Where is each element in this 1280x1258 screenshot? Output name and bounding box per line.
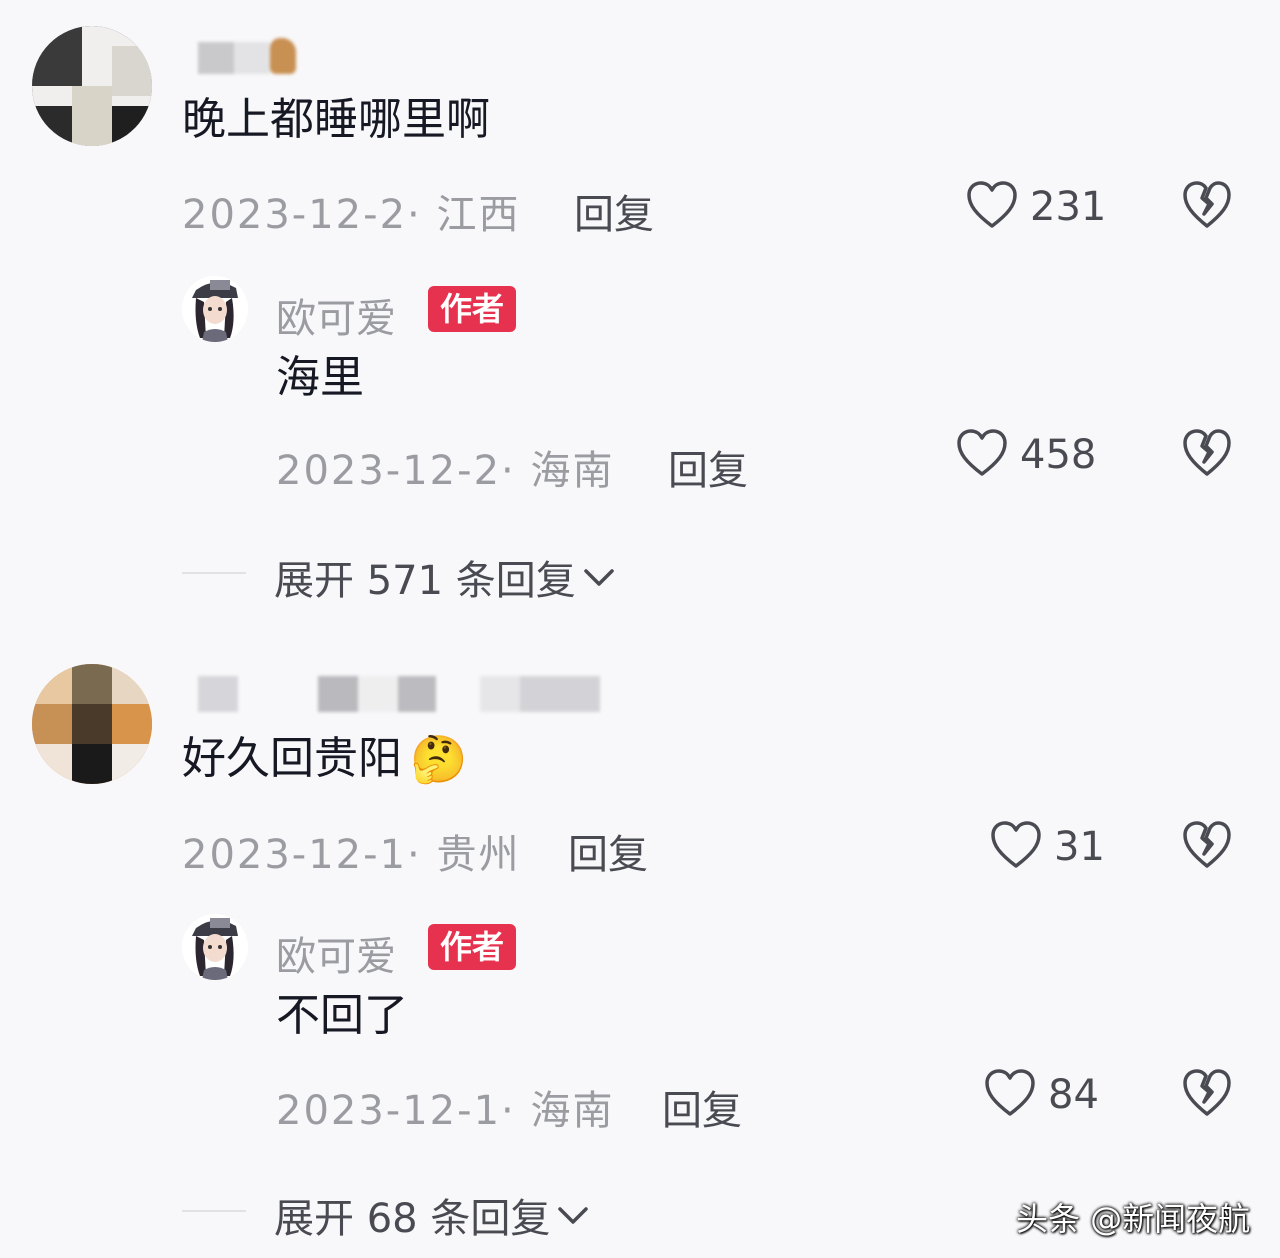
commenter-name-redacted [198, 38, 298, 76]
reply-button[interactable]: 回复 [662, 1078, 742, 1136]
heart-outline-icon[interactable] [956, 428, 1008, 478]
reply-button[interactable]: 回复 [568, 822, 648, 880]
expand-divider [182, 1210, 246, 1212]
comment-date-region: 2023-12-2· 江西 [182, 192, 521, 238]
like-count: 458 [1020, 432, 1097, 478]
comment-text: 好久回贵阳 🤔 [182, 736, 467, 782]
like-count: 84 [1048, 1072, 1099, 1118]
expand-divider [182, 572, 246, 574]
author-reply-text: 海里 [276, 352, 364, 403]
broken-heart-icon[interactable] [1182, 820, 1232, 870]
author-badge: 作者 [428, 286, 517, 332]
commenter-avatar[interactable] [32, 664, 152, 784]
broken-heart-icon[interactable] [1182, 428, 1232, 478]
reply-button[interactable]: 回复 [668, 438, 748, 496]
comment-text-body: 好久回贵阳 [182, 733, 402, 784]
commenter-avatar[interactable] [32, 26, 152, 146]
thinking-face-emoji: 🤔 [410, 732, 468, 786]
comment-date-region: 2023-12-1· 贵州 [182, 832, 521, 878]
heart-outline-icon[interactable] [990, 820, 1042, 870]
expand-replies-button[interactable]: 展开 68 条回复 [274, 1186, 590, 1244]
like-count: 31 [1054, 824, 1105, 870]
reply-date-region: 2023-12-2· 海南 [276, 448, 615, 494]
expand-replies-label: 展开 571 条回复 [274, 558, 576, 604]
author-name[interactable]: 欧可爱 [276, 286, 396, 344]
chevron-down-icon [556, 1203, 590, 1227]
heart-outline-icon[interactable] [966, 180, 1018, 230]
author-reply-text: 不回了 [276, 990, 408, 1041]
comment-text: 晚上都睡哪里啊 [182, 94, 490, 145]
like-count: 231 [1030, 184, 1107, 230]
author-avatar[interactable] [182, 914, 248, 980]
expand-replies-button[interactable]: 展开 571 条回复 [274, 548, 616, 606]
chevron-down-icon [582, 565, 616, 589]
broken-heart-icon[interactable] [1182, 180, 1232, 230]
author-name[interactable]: 欧可爱 [276, 924, 396, 982]
reply-button[interactable]: 回复 [574, 182, 654, 240]
author-badge: 作者 [428, 924, 517, 970]
expand-replies-label: 展开 68 条回复 [274, 1196, 551, 1242]
watermark: 头条 @新闻夜航 [1016, 1200, 1251, 1238]
commenter-name-redacted [190, 664, 630, 720]
reply-date-region: 2023-12-1· 海南 [276, 1088, 615, 1134]
author-avatar[interactable] [182, 276, 248, 342]
heart-outline-icon[interactable] [984, 1068, 1036, 1118]
broken-heart-icon[interactable] [1182, 1068, 1232, 1118]
